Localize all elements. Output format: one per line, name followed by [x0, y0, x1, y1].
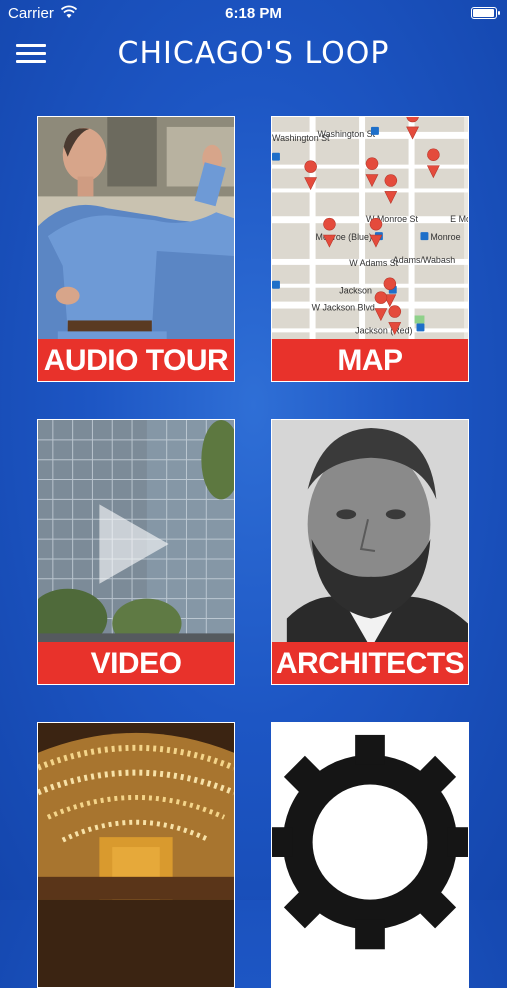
map-street-label: E Mo: [450, 214, 468, 224]
auditorium-theater-photo: [38, 723, 234, 987]
video-tile[interactable]: VIDEO: [37, 419, 235, 685]
gear-icon: [272, 723, 468, 987]
navigation-bar: CHICAGO'S LOOP: [0, 28, 507, 76]
map-street-label: Jackson (Red): [355, 325, 412, 335]
tile-label: AUDIO TOUR: [38, 339, 234, 381]
tile-label: VIDEO: [38, 642, 234, 684]
clock: 6:18 PM: [225, 5, 282, 22]
map-street-label: W Jackson Blvd: [312, 303, 375, 313]
map-street-label: Adams/Wabash: [393, 255, 455, 265]
architects-tile[interactable]: ARCHITECTS: [271, 419, 469, 685]
map-street-label: Monroe: [430, 232, 460, 242]
map-street-label: W Adams St: [349, 258, 398, 268]
audio-tour-tile[interactable]: AUDIO TOUR: [37, 116, 235, 382]
status-bar: Carrier 6:18 PM: [0, 0, 507, 28]
map-street-label: Jackson: [339, 286, 372, 296]
tile-label: ARCHITECTS: [272, 642, 468, 684]
map-street-label: Washington St: [318, 129, 376, 139]
auditorium-tile[interactable]: [37, 722, 235, 988]
map-street-label: Monroe (Blue): [316, 232, 372, 242]
battery-level: [473, 9, 494, 17]
settings-tile[interactable]: [271, 722, 469, 988]
page-title: CHICAGO'S LOOP: [117, 36, 390, 71]
tile-label: MAP: [272, 339, 468, 381]
map-tile[interactable]: Washington St Washington St W Monroe St …: [271, 116, 469, 382]
battery-icon: [471, 7, 500, 19]
